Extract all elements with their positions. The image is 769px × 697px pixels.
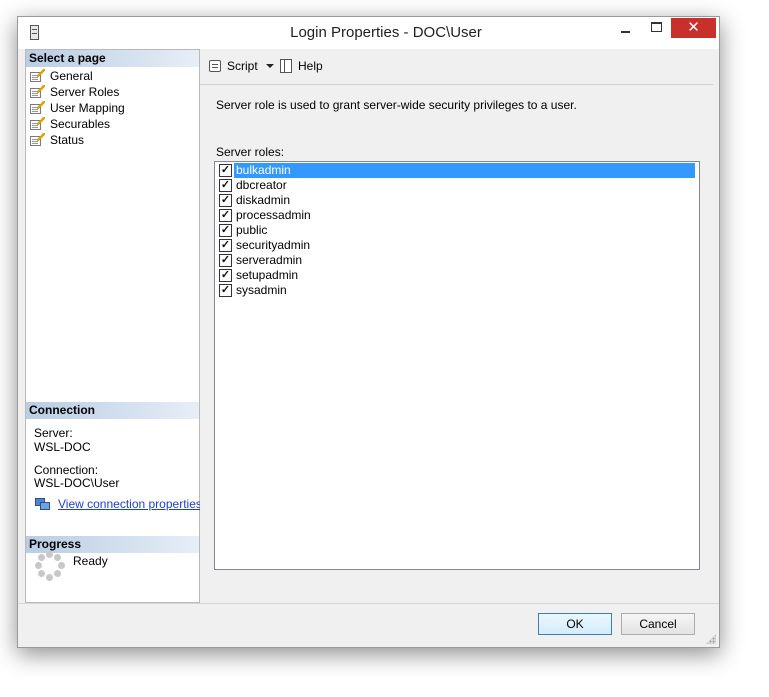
server-roles-page: Server role is used to grant server-wide… — [200, 85, 713, 603]
role-row-setupadmin[interactable]: ✓ setupadmin — [217, 268, 697, 283]
role-name: diskadmin — [236, 193, 291, 207]
role-row-sysadmin[interactable]: ✓ sysadmin — [217, 283, 697, 298]
role-name: bulkadmin — [234, 163, 695, 178]
role-checkbox[interactable]: ✓ — [219, 239, 232, 252]
toolbar: Script Help — [200, 49, 713, 85]
page-item-user-mapping[interactable]: User Mapping — [29, 100, 125, 116]
role-checkbox[interactable]: ✓ — [219, 254, 232, 267]
title-bar: Login Properties - DOC\User ✕ — [18, 17, 719, 49]
server-roles-list[interactable]: ✓ bulkadmin ✓ dbcreator ✓ diskadmin ✓ pr… — [214, 161, 700, 570]
progress-spinner-icon — [35, 551, 65, 581]
page-item-server-roles[interactable]: Server Roles — [29, 84, 125, 100]
left-pane: Select a page General Server Roles User … — [25, 49, 202, 603]
connection-properties-icon — [34, 497, 51, 511]
role-row-securityadmin[interactable]: ✓ securityadmin — [217, 238, 697, 253]
chevron-down-icon[interactable] — [266, 64, 274, 68]
role-checkbox[interactable]: ✓ — [219, 164, 232, 177]
server-value: WSL-DOC — [34, 440, 91, 454]
help-button[interactable]: Help — [278, 58, 326, 76]
page-item-status[interactable]: Status — [29, 132, 125, 148]
dialog-footer: OK Cancel — [18, 603, 719, 647]
script-label: Script — [227, 59, 258, 73]
role-name: processadmin — [236, 208, 311, 222]
page-item-label: User Mapping — [50, 101, 125, 115]
role-row-bulkadmin[interactable]: ✓ bulkadmin — [217, 163, 697, 178]
role-checkbox[interactable]: ✓ — [219, 224, 232, 237]
server-roles-label: Server roles: — [216, 145, 285, 159]
page-item-label: Status — [50, 133, 85, 147]
minimize-button[interactable] — [613, 17, 639, 38]
page-icon — [29, 133, 46, 147]
script-icon — [207, 58, 223, 74]
page-list: General Server Roles User Mapping Secura… — [29, 68, 125, 148]
ok-button[interactable]: OK — [538, 613, 612, 635]
page-item-label: General — [50, 69, 93, 83]
role-name: dbcreator — [236, 178, 287, 192]
page-description: Server role is used to grant server-wide… — [216, 98, 577, 112]
maximize-button[interactable] — [644, 17, 670, 38]
page-icon — [29, 85, 46, 99]
role-name: public — [236, 223, 268, 237]
role-checkbox[interactable]: ✓ — [219, 284, 232, 297]
page-item-label: Securables — [50, 117, 111, 131]
cancel-button[interactable]: Cancel — [621, 613, 695, 635]
page-icon — [29, 101, 46, 115]
connection-value: WSL-DOC\User — [34, 476, 120, 490]
connection-header: Connection — [26, 402, 199, 419]
close-button[interactable]: ✕ — [671, 18, 716, 38]
role-checkbox[interactable]: ✓ — [219, 269, 232, 282]
role-row-diskadmin[interactable]: ✓ diskadmin — [217, 193, 697, 208]
page-icon — [29, 117, 46, 131]
server-label: Server: — [34, 426, 73, 440]
help-icon — [278, 58, 294, 74]
script-button[interactable]: Script — [207, 58, 274, 76]
role-row-serveradmin[interactable]: ✓ serveradmin — [217, 253, 697, 268]
role-checkbox[interactable]: ✓ — [219, 179, 232, 192]
role-row-processadmin[interactable]: ✓ processadmin — [217, 208, 697, 223]
login-properties-dialog: Login Properties - DOC\User ✕ Select a p… — [17, 16, 720, 648]
role-name: sysadmin — [236, 283, 287, 297]
progress-status: Ready — [73, 554, 108, 568]
role-row-public[interactable]: ✓ public — [217, 223, 697, 238]
role-checkbox[interactable]: ✓ — [219, 194, 232, 207]
page-item-general[interactable]: General — [29, 68, 125, 84]
role-name: securityadmin — [236, 238, 311, 252]
role-checkbox[interactable]: ✓ — [219, 209, 232, 222]
page-item-label: Server Roles — [50, 85, 120, 99]
role-name: serveradmin — [236, 253, 303, 267]
page-item-securables[interactable]: Securables — [29, 116, 125, 132]
resize-grip-icon[interactable] — [706, 634, 716, 644]
help-label: Help — [298, 59, 323, 73]
page-icon — [29, 69, 46, 83]
role-name: setupadmin — [236, 268, 299, 282]
view-connection-properties-label[interactable]: View connection properties — [58, 497, 202, 511]
select-page-header: Select a page — [26, 50, 199, 67]
role-row-dbcreator[interactable]: ✓ dbcreator — [217, 178, 697, 193]
